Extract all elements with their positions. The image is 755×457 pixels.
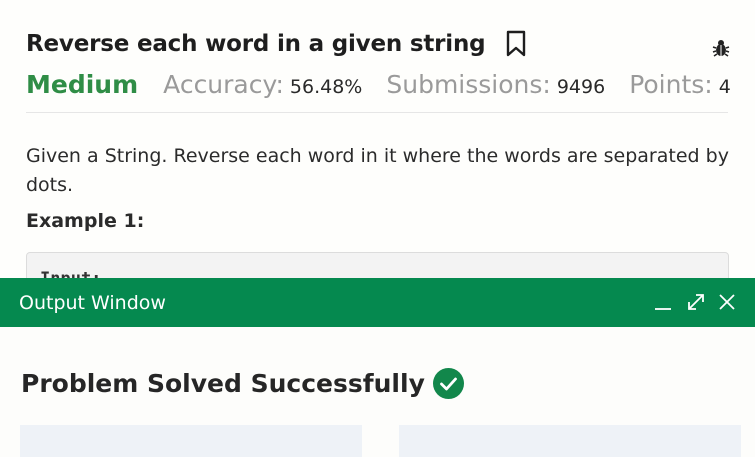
problem-panel: Reverse each word in a given string Medi…	[0, 0, 755, 294]
divider	[26, 112, 728, 113]
title-row: Reverse each word in a given string	[26, 30, 527, 58]
submissions-label: Submissions:	[386, 70, 551, 99]
result-panel-left	[20, 425, 362, 457]
output-window-header[interactable]: Output Window	[0, 278, 755, 327]
problem-title: Reverse each word in a given string	[26, 31, 486, 57]
status-message: Problem Solved Successfully	[21, 369, 425, 398]
bookmark-icon[interactable]	[505, 30, 527, 58]
problem-description: Given a String. Reverse each word in it …	[26, 145, 729, 196]
problem-meta: Medium Accuracy: 56.48% Submissions: 949…	[26, 70, 755, 99]
result-panel-right	[399, 425, 741, 457]
maximize-icon[interactable]	[684, 290, 708, 314]
minimize-icon[interactable]	[651, 290, 675, 314]
close-icon[interactable]	[715, 290, 739, 314]
accuracy-value: 56.48%	[289, 76, 363, 98]
submissions-value: 9496	[556, 76, 606, 98]
points-value: 4	[718, 76, 731, 98]
accuracy-label: Accuracy:	[163, 70, 284, 99]
bug-icon[interactable]	[711, 38, 731, 58]
example-heading: Example 1:	[26, 210, 145, 232]
check-circle-icon	[432, 368, 464, 399]
output-window: Output Window Problem Solved Successfull…	[0, 278, 755, 457]
difficulty-badge: Medium	[26, 70, 139, 99]
status-row: Problem Solved Successfully	[21, 368, 464, 399]
output-window-title: Output Window	[19, 292, 166, 314]
points-label: Points:	[629, 70, 713, 99]
